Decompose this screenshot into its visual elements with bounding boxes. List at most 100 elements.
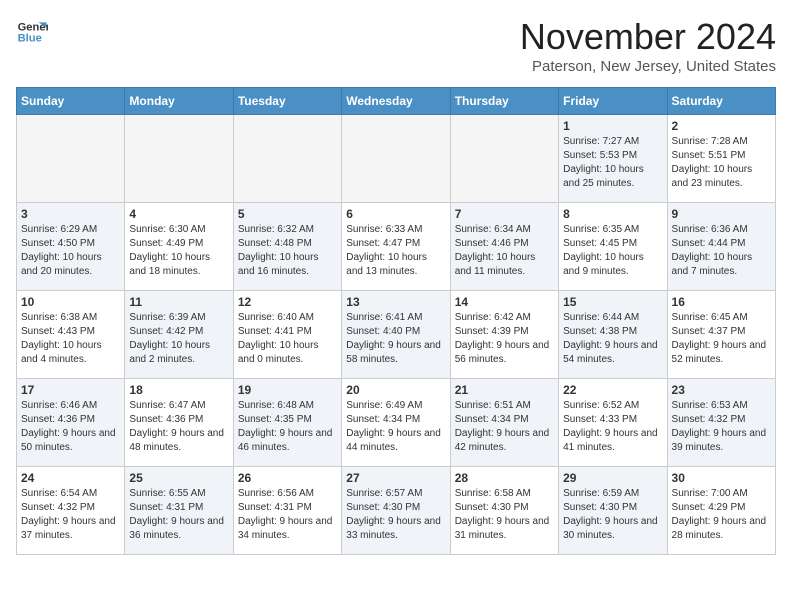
day-number: 28 <box>455 471 554 485</box>
calendar-cell: 8 Sunrise: 6:35 AM Sunset: 4:45 PM Daylig… <box>559 203 667 291</box>
day-info: Sunrise: 7:00 AM Sunset: 4:29 PM Dayligh… <box>672 487 771 543</box>
day-number: 10 <box>21 295 120 309</box>
day-number: 26 <box>238 471 337 485</box>
calendar-cell: 25 Sunrise: 6:55 AM Sunset: 4:31 PM Dayli… <box>125 467 233 555</box>
day-info: Sunrise: 6:58 AM Sunset: 4:30 PM Dayligh… <box>455 487 554 543</box>
day-info: Sunrise: 6:47 AM Sunset: 4:36 PM Dayligh… <box>129 399 228 455</box>
logo: General Blue <box>16 16 48 48</box>
day-info: Sunrise: 6:45 AM Sunset: 4:37 PM Dayligh… <box>672 311 771 367</box>
day-number: 19 <box>238 383 337 397</box>
day-info: Sunrise: 6:30 AM Sunset: 4:49 PM Dayligh… <box>129 223 228 279</box>
calendar-cell: 19 Sunrise: 6:48 AM Sunset: 4:35 PM Dayli… <box>233 379 341 467</box>
calendar-cell: 20Sunrise: 6:49 AM Sunset: 4:34 PM Dayli… <box>342 379 450 467</box>
day-info: Sunrise: 6:55 AM Sunset: 4:31 PM Dayligh… <box>129 487 228 543</box>
calendar-cell <box>342 115 450 203</box>
day-of-week-header: Saturday <box>667 88 775 115</box>
calendar-cell: 17Sunrise: 6:46 AM Sunset: 4:36 PM Dayli… <box>17 379 125 467</box>
day-number: 16 <box>672 295 771 309</box>
calendar-cell: 7 Sunrise: 6:34 AM Sunset: 4:46 PM Daylig… <box>450 203 558 291</box>
day-info: Sunrise: 7:28 AM Sunset: 5:51 PM Dayligh… <box>672 135 771 191</box>
calendar-cell: 9 Sunrise: 6:36 AM Sunset: 4:44 PM Daylig… <box>667 203 775 291</box>
day-info: Sunrise: 6:42 AM Sunset: 4:39 PM Dayligh… <box>455 311 554 367</box>
day-number: 7 <box>455 207 554 221</box>
calendar-cell: 15 Sunrise: 6:44 AM Sunset: 4:38 PM Dayli… <box>559 291 667 379</box>
day-of-week-header: Tuesday <box>233 88 341 115</box>
calendar-week-row: 17Sunrise: 6:46 AM Sunset: 4:36 PM Dayli… <box>17 379 776 467</box>
calendar-week-row: 24 Sunrise: 6:54 AM Sunset: 4:32 PM Dayli… <box>17 467 776 555</box>
day-number: 30 <box>672 471 771 485</box>
day-number: 25 <box>129 471 228 485</box>
calendar-cell: 16 Sunrise: 6:45 AM Sunset: 4:37 PM Dayli… <box>667 291 775 379</box>
calendar-table: SundayMondayTuesdayWednesdayThursdayFrid… <box>16 87 776 555</box>
calendar-cell: 3 Sunrise: 6:29 AM Sunset: 4:50 PM Daylig… <box>17 203 125 291</box>
calendar-cell: 23 Sunrise: 6:53 AM Sunset: 4:32 PM Dayli… <box>667 379 775 467</box>
calendar-week-row: 10 Sunrise: 6:38 AM Sunset: 4:43 PM Dayli… <box>17 291 776 379</box>
title-block: November 2024 Paterson, New Jersey, Unit… <box>520 16 776 75</box>
day-info: Sunrise: 6:36 AM Sunset: 4:44 PM Dayligh… <box>672 223 771 279</box>
day-info: Sunrise: 6:40 AM Sunset: 4:41 PM Dayligh… <box>238 311 337 367</box>
calendar-cell: 11 Sunrise: 6:39 AM Sunset: 4:42 PM Dayli… <box>125 291 233 379</box>
calendar-cell: 22 Sunrise: 6:52 AM Sunset: 4:33 PM Dayli… <box>559 379 667 467</box>
day-number: 20 <box>346 383 445 397</box>
calendar-cell: 30 Sunrise: 7:00 AM Sunset: 4:29 PM Dayli… <box>667 467 775 555</box>
calendar-week-row: 1Sunrise: 7:27 AM Sunset: 5:53 PM Daylig… <box>17 115 776 203</box>
calendar-cell: 28 Sunrise: 6:58 AM Sunset: 4:30 PM Dayli… <box>450 467 558 555</box>
calendar-cell <box>17 115 125 203</box>
day-number: 12 <box>238 295 337 309</box>
calendar-cell: 14 Sunrise: 6:42 AM Sunset: 4:39 PM Dayli… <box>450 291 558 379</box>
calendar-cell: 24 Sunrise: 6:54 AM Sunset: 4:32 PM Dayli… <box>17 467 125 555</box>
day-of-week-header: Monday <box>125 88 233 115</box>
day-number: 27 <box>346 471 445 485</box>
calendar-week-row: 3 Sunrise: 6:29 AM Sunset: 4:50 PM Daylig… <box>17 203 776 291</box>
day-number: 21 <box>455 383 554 397</box>
day-of-week-header: Wednesday <box>342 88 450 115</box>
logo-icon: General Blue <box>16 16 48 48</box>
day-number: 15 <box>563 295 662 309</box>
day-number: 29 <box>563 471 662 485</box>
day-info: Sunrise: 6:51 AM Sunset: 4:34 PM Dayligh… <box>455 399 554 455</box>
day-info: Sunrise: 6:39 AM Sunset: 4:42 PM Dayligh… <box>129 311 228 367</box>
day-number: 4 <box>129 207 228 221</box>
day-number: 8 <box>563 207 662 221</box>
calendar-cell: 29 Sunrise: 6:59 AM Sunset: 4:30 PM Dayli… <box>559 467 667 555</box>
day-info: Sunrise: 6:33 AM Sunset: 4:47 PM Dayligh… <box>346 223 445 279</box>
day-number: 13 <box>346 295 445 309</box>
day-info: Sunrise: 6:59 AM Sunset: 4:30 PM Dayligh… <box>563 487 662 543</box>
day-info: Sunrise: 6:34 AM Sunset: 4:46 PM Dayligh… <box>455 223 554 279</box>
day-info: Sunrise: 6:54 AM Sunset: 4:32 PM Dayligh… <box>21 487 120 543</box>
calendar-cell: 13Sunrise: 6:41 AM Sunset: 4:40 PM Dayli… <box>342 291 450 379</box>
day-number: 23 <box>672 383 771 397</box>
calendar-cell: 12 Sunrise: 6:40 AM Sunset: 4:41 PM Dayli… <box>233 291 341 379</box>
day-number: 22 <box>563 383 662 397</box>
day-number: 11 <box>129 295 228 309</box>
day-number: 5 <box>238 207 337 221</box>
day-of-week-header: Sunday <box>17 88 125 115</box>
day-info: Sunrise: 6:29 AM Sunset: 4:50 PM Dayligh… <box>21 223 120 279</box>
day-number: 6 <box>346 207 445 221</box>
day-info: Sunrise: 6:38 AM Sunset: 4:43 PM Dayligh… <box>21 311 120 367</box>
day-info: Sunrise: 6:48 AM Sunset: 4:35 PM Dayligh… <box>238 399 337 455</box>
calendar-cell: 6 Sunrise: 6:33 AM Sunset: 4:47 PM Daylig… <box>342 203 450 291</box>
day-info: Sunrise: 6:44 AM Sunset: 4:38 PM Dayligh… <box>563 311 662 367</box>
calendar-cell: 10 Sunrise: 6:38 AM Sunset: 4:43 PM Dayli… <box>17 291 125 379</box>
day-number: 14 <box>455 295 554 309</box>
day-of-week-header: Friday <box>559 88 667 115</box>
day-info: Sunrise: 6:53 AM Sunset: 4:32 PM Dayligh… <box>672 399 771 455</box>
day-number: 2 <box>672 119 771 133</box>
day-info: Sunrise: 6:32 AM Sunset: 4:48 PM Dayligh… <box>238 223 337 279</box>
day-info: Sunrise: 6:35 AM Sunset: 4:45 PM Dayligh… <box>563 223 662 279</box>
day-info: Sunrise: 6:46 AM Sunset: 4:36 PM Dayligh… <box>21 399 120 455</box>
calendar-cell: 21 Sunrise: 6:51 AM Sunset: 4:34 PM Dayli… <box>450 379 558 467</box>
day-info: Sunrise: 6:57 AM Sunset: 4:30 PM Dayligh… <box>346 487 445 543</box>
day-number: 3 <box>21 207 120 221</box>
calendar-cell: 5 Sunrise: 6:32 AM Sunset: 4:48 PM Daylig… <box>233 203 341 291</box>
month-title: November 2024 <box>520 16 776 58</box>
calendar-body: 1Sunrise: 7:27 AM Sunset: 5:53 PM Daylig… <box>17 115 776 555</box>
svg-text:Blue: Blue <box>18 33 42 45</box>
day-number: 24 <box>21 471 120 485</box>
calendar-cell: 4 Sunrise: 6:30 AM Sunset: 4:49 PM Daylig… <box>125 203 233 291</box>
day-number: 9 <box>672 207 771 221</box>
day-info: Sunrise: 6:52 AM Sunset: 4:33 PM Dayligh… <box>563 399 662 455</box>
calendar-cell: 2 Sunrise: 7:28 AM Sunset: 5:51 PM Daylig… <box>667 115 775 203</box>
day-info: Sunrise: 7:27 AM Sunset: 5:53 PM Dayligh… <box>563 135 662 191</box>
